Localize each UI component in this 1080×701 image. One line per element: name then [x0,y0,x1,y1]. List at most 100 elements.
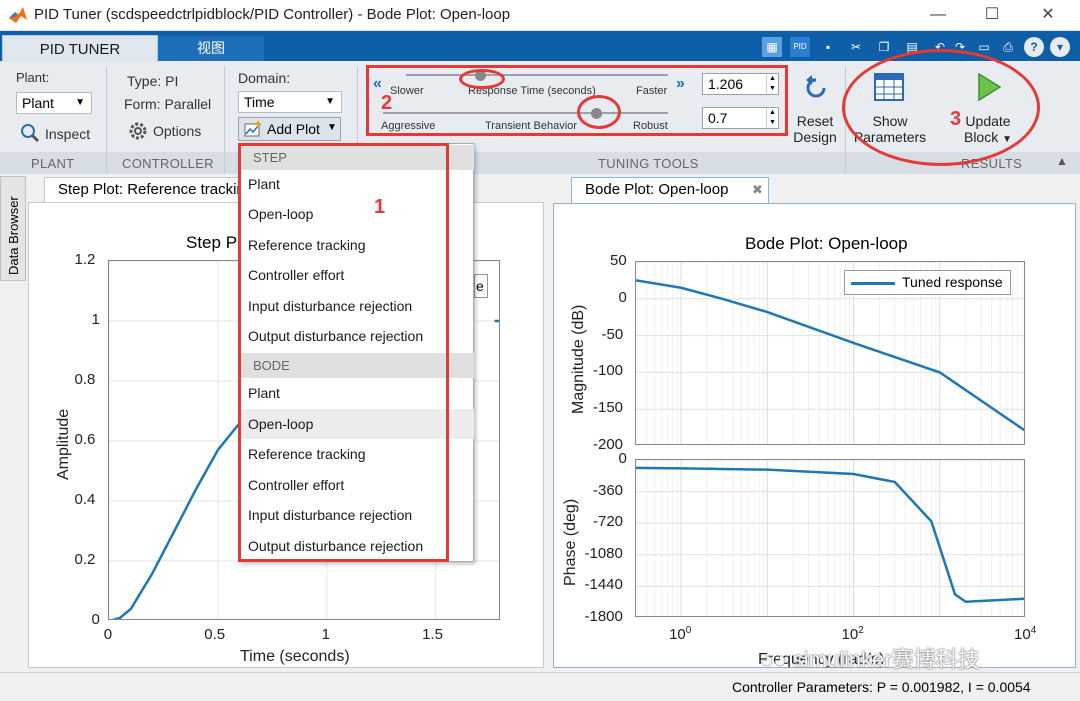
maximize-button[interactable]: ☐ [972,2,1012,28]
y-tick-label: -1440 [584,576,623,594]
bode-response-line [636,466,1024,604]
x-tick-label: 102 [841,625,864,643]
tab-view[interactable]: 视图 [158,36,264,61]
wechat-icon: ◕◕ [760,647,793,672]
y-tick-label: 0 [91,611,100,628]
y-tick-label: 0.6 [74,431,96,448]
y-tick-label: 0.4 [74,491,96,508]
watermark-text: simulinker赛博科技 [792,647,980,672]
bode-legend: Tuned response [844,270,1011,295]
window-title: PID Tuner (scdspeedctrlpidblock/PID Cont… [34,6,511,23]
close-tab-icon[interactable]: ✖ [752,178,763,202]
annotation-ellipse [459,69,505,89]
reset-icon [806,75,826,98]
print-icon[interactable]: ⎙ [998,37,1018,57]
y-tick-label: 0.8 [74,371,96,388]
x-tick-label: 1 [321,626,330,643]
divider [224,66,225,174]
y-tick-label: -100 [593,362,624,380]
y-tick-label: 1 [91,311,100,328]
section-tuning-tools: TUNING TOOLS [598,156,699,171]
help-menu-icon[interactable]: ▾ [1050,37,1070,57]
domain-dropdown-value: Time [244,94,275,110]
domain-dropdown[interactable]: Time ▼ [238,91,342,113]
domain-label: Domain: [238,70,291,86]
step-legend: e [474,274,488,298]
annotation-box-2 [366,65,788,136]
controller-parameters-status: Controller Parameters: P = 0.001982, I =… [732,679,1031,695]
add-plot-icon [244,121,261,137]
y-tick-label: 1.2 [74,251,96,268]
controller-type: Type: PI [127,73,179,89]
save-icon[interactable]: ▪ [818,37,838,57]
inspect-icon [21,124,40,143]
add-plot-button[interactable]: Add Plot ▼ [238,117,341,141]
tab-step-plot[interactable]: Step Plot: Reference tracking [44,177,244,202]
options-button[interactable]: Options [153,123,201,139]
chevron-down-icon: ▼ [325,96,335,107]
chevron-down-icon: ▼ [327,122,337,133]
section-controller: CONTROLLER [122,156,214,171]
divider [106,66,107,174]
close-button[interactable]: ✕ [1028,2,1068,28]
y-tick-label: 0 [618,288,627,306]
annotation-label-2: 2 [381,92,393,114]
reset-line2: Design [793,129,837,145]
x-tick-label: 0.5 [204,626,226,643]
step-ylabel: Amplitude [55,408,72,480]
x-tick-label: 1.5 [422,626,443,643]
title-bar: PID Tuner (scdspeedctrlpidblock/PID Cont… [0,0,1080,31]
inspect-button[interactable]: Inspect [45,126,90,142]
gear-icon [129,122,147,140]
bode-plot-title: Bode Plot: Open-loop [745,234,908,253]
help-icon[interactable]: ? [1024,37,1044,57]
y-tick-label: 0 [618,450,627,467]
x-tick-label: 104 [1014,625,1037,643]
watermark: ◕◕ simulinker赛博科技 [760,642,980,674]
cut-icon[interactable]: ✂ [846,37,866,57]
y-tick-label: 50 [610,252,627,269]
status-bar: Controller Parameters: P = 0.001982, I =… [0,672,1080,701]
tab-bode-label: Bode Plot: Open-loop [585,181,729,198]
x-tick-label: 0 [103,626,113,643]
bode-response-line [636,279,1024,432]
matlab-logo-icon [9,7,27,23]
step-xlabel: Time (seconds) [240,648,350,665]
plant-dropdown[interactable]: Plant ▼ [16,92,92,114]
y-tick-label: -1080 [584,544,623,562]
plant-dropdown-value: Plant [22,95,54,111]
chevron-down-icon: ▼ [75,97,85,108]
y-tick-label: 0.2 [74,551,96,568]
annotation-ellipse-3 [842,49,1040,166]
minimize-button[interactable]: — [918,2,958,28]
layout-icon[interactable]: ▦ [762,37,782,57]
controller-form: Form: Parallel [124,96,212,112]
phase-ylabel: Phase (deg) [562,498,579,586]
annotation-label-1: 1 [374,196,386,218]
step-plot-title: Step P [186,233,238,252]
step-response-line [111,422,241,619]
y-tick-label: -720 [593,513,624,531]
phase-axes[interactable] [635,459,1025,617]
y-tick-label: -360 [593,481,624,499]
tab-bode-plot[interactable]: Bode Plot: Open-loop ✖ [571,177,769,203]
y-tick-label: -1800 [584,608,623,625]
legend-line-icon [851,282,895,285]
add-plot-label: Add Plot [267,121,320,137]
tab-pid-tuner[interactable]: PID TUNER [2,35,158,62]
reset-line1: Reset [796,113,834,129]
data-browser-label: Data Browser [6,196,21,275]
legend-label: Tuned response [902,274,1003,290]
section-plant: PLANT [31,156,75,171]
y-tick-label: -50 [601,325,624,343]
copy-icon[interactable]: ❐ [874,37,894,57]
x-tick-label: 100 [669,625,692,643]
reset-design-button[interactable]: Reset Design [790,113,840,145]
annotation-box-1 [238,143,449,562]
pid-icon[interactable]: PID [790,37,810,57]
magnitude-ylabel: Magnitude (dB) [570,304,587,414]
collapse-ribbon-icon[interactable]: ▲ [1056,154,1068,168]
annotation-ellipse [577,95,621,129]
data-browser-tab[interactable]: Data Browser [0,176,26,281]
y-tick-label: -150 [593,399,624,417]
